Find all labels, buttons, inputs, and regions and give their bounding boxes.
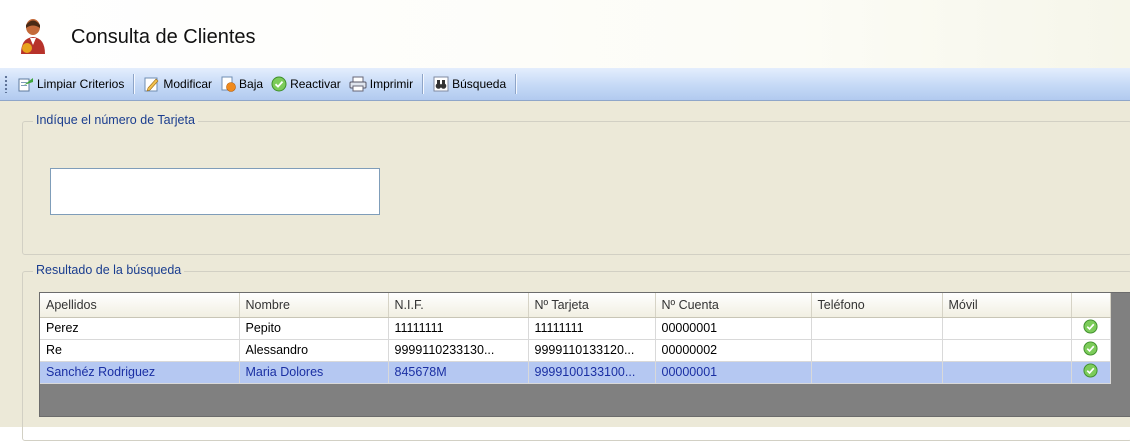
cell-nombre: Pepito	[239, 317, 389, 340]
cell-status	[1071, 339, 1111, 362]
table-row-selected[interactable]: Sanchéz Rodriguez Maria Dolores 845678M …	[40, 361, 1111, 384]
baja-label: Baja	[239, 77, 264, 91]
print-button[interactable]: Imprimir	[345, 72, 417, 96]
cell-tarjeta: 11111111	[528, 317, 656, 340]
cell-movil	[942, 361, 1072, 384]
column-header-apellidos[interactable]: Apellidos	[40, 293, 240, 318]
reactivate-button[interactable]: Reactivar	[267, 72, 345, 96]
cell-cuenta: 00000001	[655, 317, 812, 340]
card-number-group: Indíque el número de Tarjeta	[22, 113, 1130, 255]
search-results-legend: Resultado de la búsqueda	[33, 263, 185, 277]
cell-tarjeta: 9999100133100...	[528, 361, 656, 384]
search-results-group: Resultado de la búsqueda Apellidos Nombr…	[22, 263, 1130, 441]
cell-movil	[942, 339, 1072, 362]
cell-status	[1071, 361, 1111, 384]
work-area: Indíque el número de Tarjeta Resultado d…	[0, 101, 1130, 441]
search-label: Búsqueda	[452, 77, 507, 91]
cell-nif: 9999110233130...	[388, 339, 529, 362]
cell-status	[1071, 317, 1111, 340]
results-grid[interactable]: Apellidos Nombre N.I.F. Nº Tarjeta Nº Cu…	[39, 292, 1130, 417]
check-circle-icon	[271, 76, 287, 92]
cell-nif: 11111111	[388, 317, 529, 340]
column-header-tarjeta[interactable]: Nº Tarjeta	[528, 293, 656, 318]
modify-button[interactable]: Modificar	[140, 72, 216, 96]
modify-label: Modificar	[163, 77, 213, 91]
column-header-nombre[interactable]: Nombre	[239, 293, 389, 318]
reactivate-label: Reactivar	[290, 77, 341, 91]
search-button[interactable]: Búsqueda	[429, 72, 510, 96]
cell-telefono	[811, 361, 943, 384]
cell-nombre: Alessandro	[239, 339, 389, 362]
cell-nombre: Maria Dolores	[239, 361, 389, 384]
cell-movil	[942, 317, 1072, 340]
active-check-icon	[1083, 363, 1098, 378]
column-header-movil[interactable]: Móvil	[942, 293, 1072, 318]
cell-apellidos: Sanchéz Rodriguez	[40, 361, 240, 384]
results-table: Apellidos Nombre N.I.F. Nº Tarjeta Nº Cu…	[40, 293, 1111, 384]
toolbar-separator	[133, 74, 136, 94]
cell-apellidos: Perez	[40, 317, 240, 340]
column-header-cuenta[interactable]: Nº Cuenta	[655, 293, 812, 318]
toolbar-grip[interactable]	[4, 75, 8, 93]
baja-button[interactable]: Baja	[216, 72, 267, 96]
edit-pencil-icon	[144, 77, 159, 92]
active-check-icon	[1083, 341, 1098, 356]
clear-criteria-label: Limpiar Criterios	[37, 77, 125, 91]
card-number-legend: Indíque el número de Tarjeta	[33, 113, 198, 127]
clear-criteria-button[interactable]: Limpiar Criterios	[14, 72, 128, 96]
user-person-icon	[21, 19, 45, 54]
column-header-telefono[interactable]: Teléfono	[811, 293, 943, 318]
cell-telefono	[811, 339, 943, 362]
column-header-status[interactable]	[1071, 293, 1111, 318]
clear-criteria-icon	[18, 78, 33, 92]
remove-orange-icon	[221, 76, 236, 92]
toolbar: Limpiar Criterios Modificar Baja Reactiv…	[0, 68, 1130, 101]
toolbar-separator	[422, 74, 425, 94]
window-header: Consulta de Clientes	[0, 0, 1130, 68]
card-number-input[interactable]	[50, 168, 380, 215]
binoculars-icon	[433, 76, 449, 92]
column-header-nif[interactable]: N.I.F.	[388, 293, 529, 318]
page-title: Consulta de Clientes	[71, 26, 256, 48]
cell-tarjeta: 9999110133120...	[528, 339, 656, 362]
table-header-row: Apellidos Nombre N.I.F. Nº Tarjeta Nº Cu…	[40, 293, 1111, 318]
table-row[interactable]: Re Alessandro 9999110233130... 999911013…	[40, 339, 1111, 362]
active-check-icon	[1083, 319, 1098, 334]
cell-cuenta: 00000001	[655, 361, 812, 384]
printer-icon	[349, 76, 367, 92]
cell-apellidos: Re	[40, 339, 240, 362]
table-row[interactable]: Perez Pepito 11111111 11111111 00000001	[40, 317, 1111, 340]
cell-telefono	[811, 317, 943, 340]
cell-nif: 845678M	[388, 361, 529, 384]
cell-cuenta: 00000002	[655, 339, 812, 362]
toolbar-separator	[515, 74, 518, 94]
print-label: Imprimir	[369, 77, 414, 91]
